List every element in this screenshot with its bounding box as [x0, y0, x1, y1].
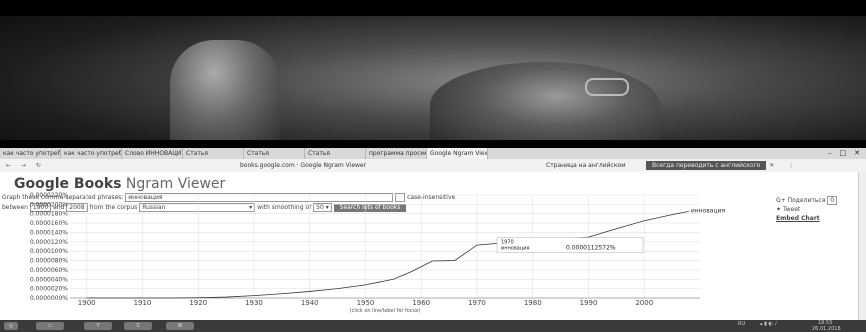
x-tick-label: 1900: [78, 299, 96, 307]
x-tick-label: 1940: [301, 299, 319, 307]
taskbar-app-explorer[interactable]: ▭: [36, 322, 64, 330]
translate-prompt: Страница на английском: [546, 162, 626, 169]
tray-icons[interactable]: ▴ ▮ ◐ ♪: [760, 321, 778, 327]
y-tick-label: 0.0000060%: [30, 267, 68, 274]
series-line: [86, 210, 689, 299]
back-forward-reload-icons[interactable]: ← → ↻: [6, 159, 45, 172]
y-tick-label: 0.0000200%: [30, 201, 68, 208]
video-frame: [0, 0, 866, 148]
taskbar-app-word[interactable]: W: [166, 322, 194, 330]
page-scrollbar[interactable]: [858, 172, 866, 320]
translate-button[interactable]: Всегда переводить с английского: [646, 161, 767, 170]
y-tick-label: 0.0000000%: [30, 295, 68, 302]
x-tick-label: 1920: [189, 299, 207, 307]
browser-tab[interactable]: Слово ИННОВАЦИЯ: [122, 148, 183, 159]
y-tick-label: 0.0000080%: [30, 258, 68, 265]
y-tick-label: 0.0000100%: [30, 248, 68, 255]
maximize-icon[interactable]: □: [840, 148, 847, 159]
tooltip-value: 0.0000112572%: [566, 245, 616, 252]
window-controls: – □ ✕: [828, 148, 866, 159]
y-tick-label: 0.0000020%: [30, 286, 68, 293]
y-tick-label: 0.0000160%: [30, 220, 68, 227]
close-icon[interactable]: ✕: [854, 148, 860, 159]
ngram-page: Google Books Ngram Viewer Graph these co…: [0, 172, 866, 320]
tray-date: 26.01.2018: [812, 326, 841, 332]
letterbox-top: [0, 0, 866, 16]
tray-language[interactable]: RU: [738, 321, 745, 327]
start-button[interactable]: ◎: [4, 322, 18, 330]
video-character-glasses: [585, 78, 629, 96]
url-field[interactable]: books.google.com · Google Ngram Viewer: [240, 159, 366, 172]
tooltip-series: инновация: [501, 246, 530, 252]
chart-svg: 0.0000220% 0.0000200% 0.0000180% 0.0000160%…: [30, 192, 726, 314]
browser-tab[interactable]: программа просмотра: [366, 148, 427, 159]
address-bar: ← → ↻ books.google.com · Google Ngram Vi…: [0, 159, 866, 173]
letterbox-bottom: [0, 140, 866, 148]
y-tick-label: 0.0000120%: [30, 239, 68, 246]
y-tick-label: 0.0000040%: [30, 276, 68, 283]
ngram-chart: 0.0000220% 0.0000200% 0.0000180% 0.0000160%…: [0, 190, 866, 320]
browser-tab[interactable]: Статья: [244, 148, 305, 159]
x-axis-caption: (click on line/label for focus): [350, 308, 421, 314]
x-tick-label: 2000: [635, 299, 653, 307]
taskbar: ◎ ▭ Y S W RU ▴ ▮ ◐ ♪ 18:55 26.01.2018: [0, 320, 866, 332]
browser-tab[interactable]: Статья: [183, 148, 244, 159]
x-tick-label: 1960: [412, 299, 430, 307]
browser-tab[interactable]: Статья: [305, 148, 366, 159]
x-tick-label: 1930: [245, 299, 263, 307]
y-tick-label: 0.0000140%: [30, 229, 68, 236]
browser-tab[interactable]: как часто употреблялось: [61, 148, 122, 159]
x-tick-label: 1980: [524, 299, 542, 307]
series-label: инновация: [691, 207, 726, 214]
x-tick-label: 1990: [580, 299, 598, 307]
x-tick-label: 1950: [357, 299, 375, 307]
browser-tab-active[interactable]: Google Ngram Viewer: [427, 148, 488, 159]
y-tick-label: 0.0000220%: [30, 192, 68, 199]
taskbar-app-yandex[interactable]: Y: [84, 322, 112, 330]
x-tick-label: 1970: [468, 299, 486, 307]
x-tick-label: 1910: [134, 299, 152, 307]
video-character-left: [170, 40, 280, 148]
minimize-icon[interactable]: –: [828, 148, 832, 159]
browser-tab-bar: как часто употреблялось как часто употре…: [0, 148, 866, 159]
toolbar-icons[interactable]: ☆ ✕ ⋮: [750, 159, 800, 172]
taskbar-app-skype[interactable]: S: [124, 322, 152, 330]
browser-tab[interactable]: как часто употреблялось: [0, 148, 61, 159]
y-tick-label: 0.0000180%: [30, 211, 68, 218]
video-character-right: [430, 62, 660, 148]
